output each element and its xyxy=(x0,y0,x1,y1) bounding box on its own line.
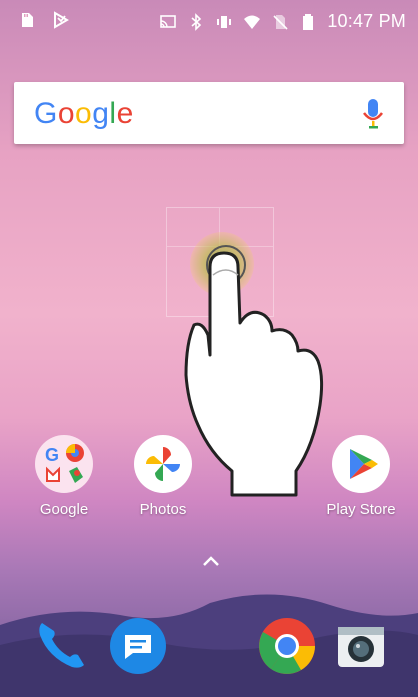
cast-icon xyxy=(160,14,177,28)
app-label: Google xyxy=(39,501,89,518)
svg-text:G: G xyxy=(45,445,59,465)
play-store-icon xyxy=(332,435,390,493)
app-label: Photos xyxy=(139,501,187,518)
vibrate-icon xyxy=(217,15,232,28)
wifi-icon xyxy=(244,15,261,29)
chevron-up-icon[interactable] xyxy=(200,554,222,568)
google-logo-text: Google xyxy=(34,97,134,130)
microphone-icon[interactable] xyxy=(362,97,384,131)
google-search-bar[interactable]: Google xyxy=(14,82,404,144)
app-label: Play Store xyxy=(326,501,396,518)
play-protect-icon xyxy=(54,11,69,29)
chrome-icon[interactable] xyxy=(258,617,316,675)
photos-icon xyxy=(134,435,192,493)
home-screen: 10:47 PM Google G Google Photos Play Sto… xyxy=(0,0,418,697)
google-folder-icon: G xyxy=(35,435,93,493)
phone-icon[interactable] xyxy=(32,617,90,675)
battery-icon xyxy=(303,13,314,30)
sd-card-icon xyxy=(22,13,33,27)
app-google-folder[interactable]: G Google xyxy=(19,435,109,518)
messages-icon[interactable] xyxy=(109,617,167,675)
no-sim-icon xyxy=(273,14,288,30)
bluetooth-icon xyxy=(191,12,202,31)
dock xyxy=(0,585,418,697)
app-photos[interactable]: Photos xyxy=(118,435,208,518)
clock: 10:47 PM xyxy=(327,11,406,31)
camera-icon[interactable] xyxy=(332,617,390,675)
google-logo: Google xyxy=(34,97,134,131)
status-bar: 10:47 PM xyxy=(0,0,418,44)
app-play-store[interactable]: Play Store xyxy=(316,435,406,518)
